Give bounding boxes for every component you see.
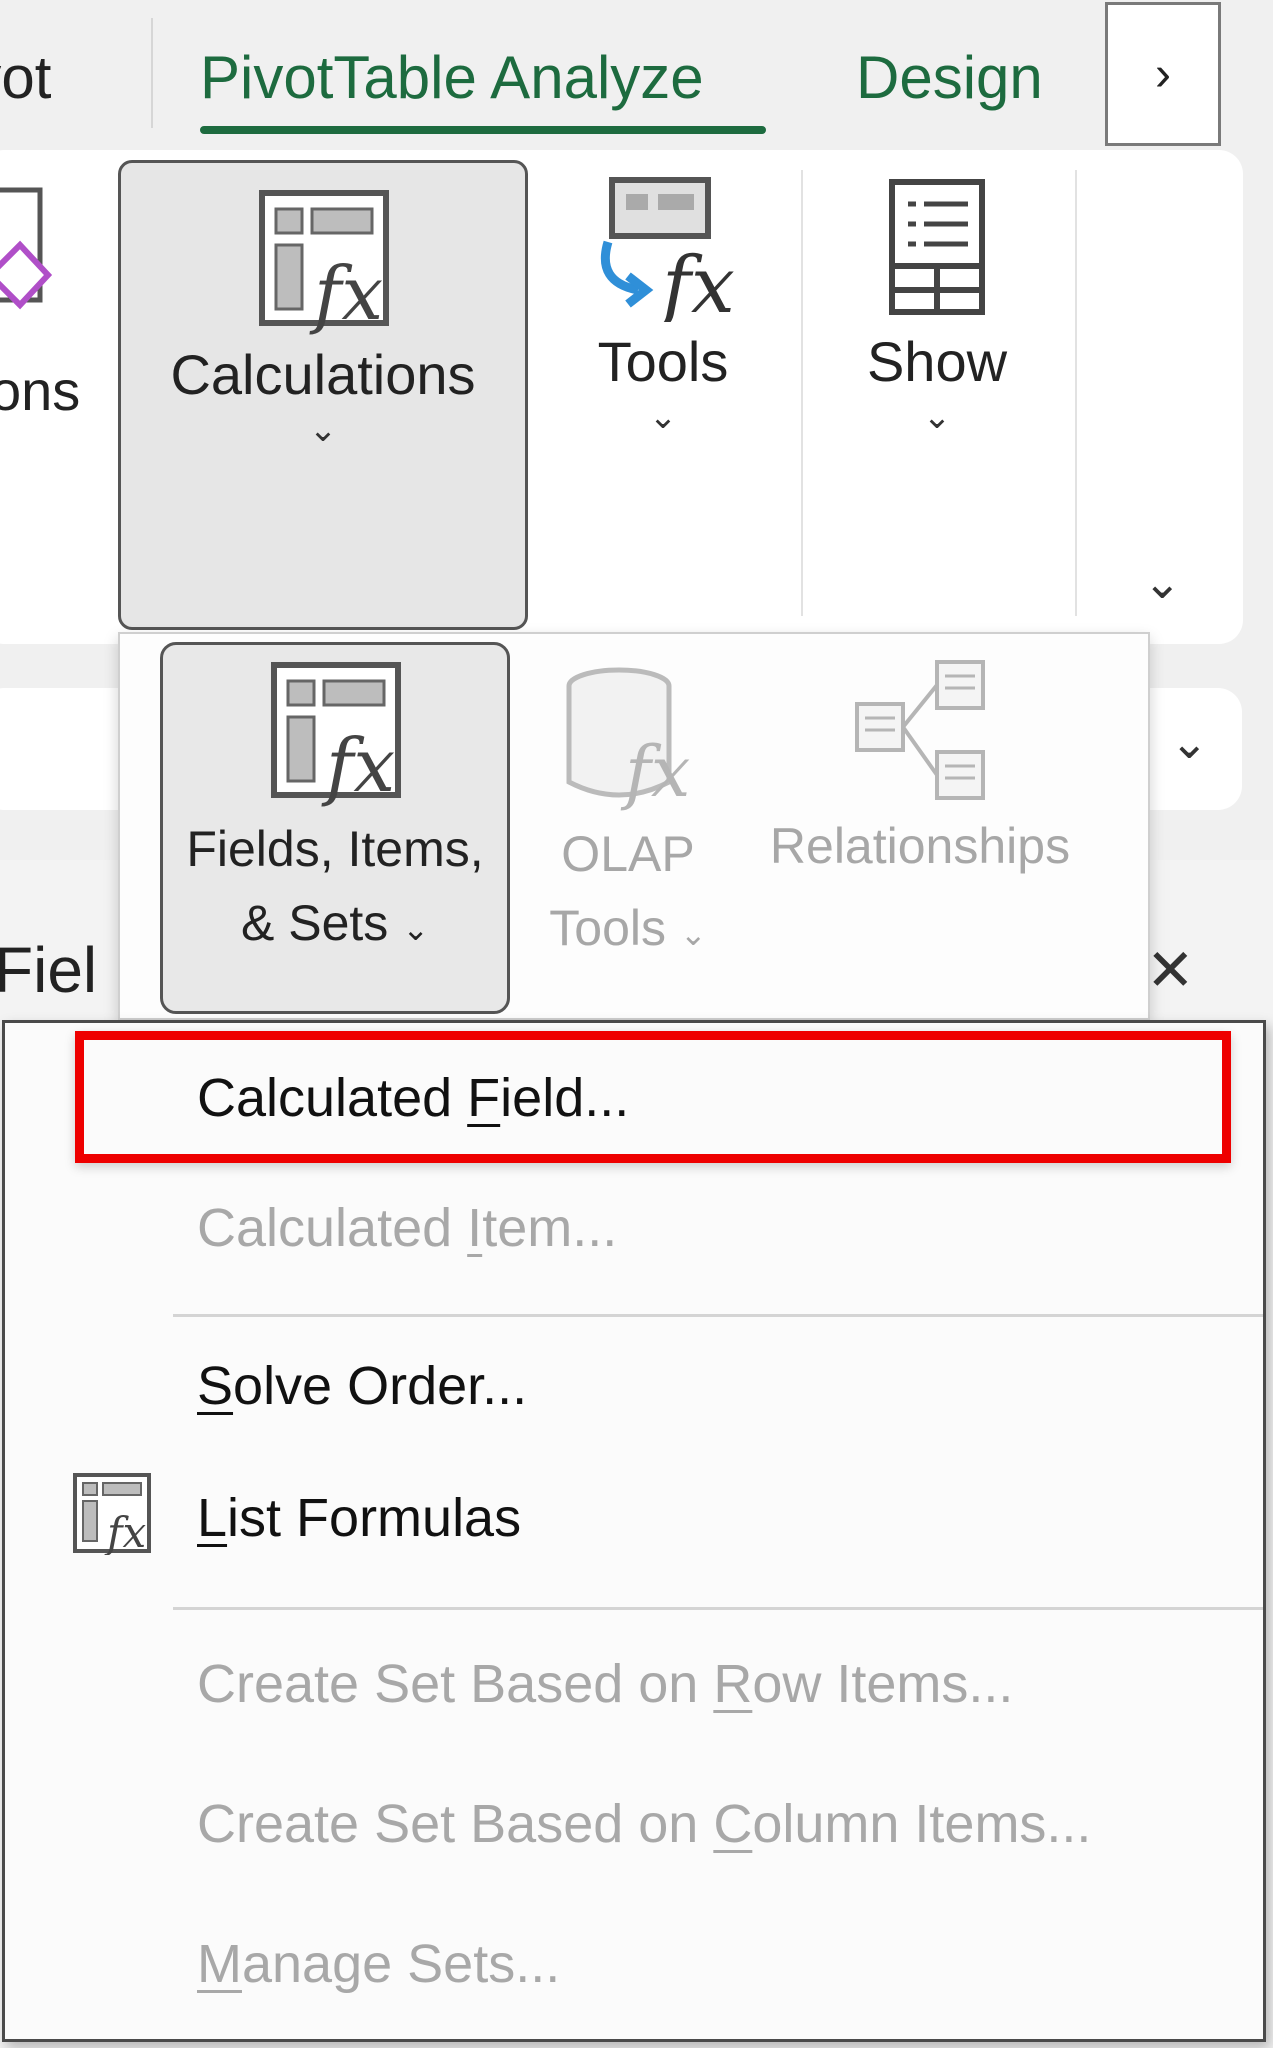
menu-item-list-formulas[interactable]: fx List Formulas xyxy=(5,1453,1263,1563)
svg-text:fx: fx xyxy=(321,723,395,807)
tools-button[interactable]: fx Tools ⌄ xyxy=(548,172,778,437)
menu-label-text: Calculated xyxy=(197,1068,468,1128)
menu-label-accesskey: L xyxy=(197,1488,228,1548)
relationships-button[interactable]: Relationships xyxy=(745,642,1095,883)
chevron-down-icon: ⌄ xyxy=(402,911,429,947)
ribbon-group-separator xyxy=(801,170,803,616)
olap-tools-button[interactable]: fx OLAP Tools ⌄ xyxy=(518,642,738,971)
menu-label-text: anage Sets... xyxy=(241,1934,561,1994)
chevron-right-icon: › xyxy=(1155,47,1171,101)
tab-pivotchart-partial[interactable]: ivot xyxy=(0,40,51,116)
chevron-down-icon: ⌄ xyxy=(679,916,707,952)
menu-label-text: Calculated xyxy=(197,1198,468,1258)
menu-label-text: ist Formulas xyxy=(227,1488,522,1548)
fields-items-sets-menu: Calculated Field... Calculated Item... S… xyxy=(2,1020,1266,2042)
menu-item-solve-order[interactable]: Solve Order... xyxy=(5,1321,1263,1431)
show-icon xyxy=(889,179,985,315)
menu-item-calculated-field[interactable]: Calculated Field... xyxy=(5,1023,1263,1173)
menu-separator xyxy=(173,1607,1263,1610)
tab-pivottable-analyze[interactable]: PivotTable Analyze xyxy=(200,40,704,116)
menu-separator xyxy=(173,1314,1263,1317)
tools-label: Tools xyxy=(597,330,729,393)
relationships-icon xyxy=(855,660,985,800)
olap-tools-label-line1: OLAP xyxy=(561,826,695,882)
show-label: Show xyxy=(866,330,1008,393)
close-icon[interactable]: ✕ xyxy=(1146,936,1195,1004)
menu-item-calculated-item[interactable]: Calculated Item... xyxy=(5,1173,1263,1283)
list-formulas-fx-icon: fx xyxy=(73,1473,151,1555)
menu-label-accesskey: M xyxy=(197,1934,242,1994)
options-diamond-icon xyxy=(0,187,53,310)
options-button-partial-label[interactable]: ons xyxy=(0,356,80,426)
calculations-button[interactable]: fx Calculations ⌄ xyxy=(118,160,528,630)
calculations-label: Calculations xyxy=(170,343,476,406)
menu-label-text: olumn Items... xyxy=(752,1794,1092,1854)
svg-text:fx: fx xyxy=(620,731,690,812)
fields-items-sets-label-line1: Fields, Items, xyxy=(186,821,484,877)
chevron-down-icon: ⌄ xyxy=(922,398,952,436)
fields-items-sets-button[interactable]: fx Fields, Items, & Sets ⌄ xyxy=(160,642,510,1014)
show-button[interactable]: Show ⌄ xyxy=(842,172,1032,437)
menu-item-manage-sets[interactable]: Manage Sets... xyxy=(5,1899,1263,2009)
menu-label-text: ield... xyxy=(500,1068,630,1128)
olap-cylinder-icon: fx xyxy=(566,667,690,813)
svg-text:fx: fx xyxy=(309,251,383,335)
chevron-down-icon: ⌄ xyxy=(1143,556,1182,608)
chevron-down-icon: ⌄ xyxy=(648,398,678,436)
active-tab-indicator xyxy=(200,126,766,134)
olap-tools-label-line2: Tools xyxy=(549,900,666,956)
fields-items-sets-label-line2: & Sets xyxy=(240,895,389,951)
menu-label-accesskey: C xyxy=(713,1794,753,1854)
tab-separator xyxy=(151,18,153,128)
relationships-label: Relationships xyxy=(769,818,1071,874)
menu-label-accesskey: R xyxy=(713,1654,753,1714)
svg-text:fx: fx xyxy=(104,1508,147,1555)
ribbon-tab-bar: ivot PivotTable Analyze Design › xyxy=(0,0,1273,150)
tab-scroll-right-button[interactable]: › xyxy=(1105,2,1221,146)
fields-items-sets-icon: fx xyxy=(271,662,401,809)
menu-label-accesskey: F xyxy=(467,1068,501,1128)
pivottable-fields-title-partial: Fiel xyxy=(0,934,98,1006)
tools-fx-icon: fx xyxy=(600,177,735,331)
menu-label-text: olve Order... xyxy=(233,1356,528,1416)
menu-item-create-set-column-items[interactable]: Create Set Based on Column Items... xyxy=(5,1759,1263,1869)
chevron-down-icon: ⌄ xyxy=(308,411,338,449)
menu-label-text: Create Set Based on xyxy=(197,1654,714,1714)
menu-item-create-set-row-items[interactable]: Create Set Based on Row Items... xyxy=(5,1619,1263,1729)
calculations-fx-icon: fx xyxy=(259,190,389,337)
chevron-down-icon: ⌄ xyxy=(1170,716,1209,768)
formula-bar-expand-button[interactable]: ⌄ xyxy=(1170,715,1209,769)
ribbon-display-options-button[interactable]: ⌄ xyxy=(1143,555,1182,609)
calculations-dropdown: fx Fields, Items, & Sets ⌄ fx OLAP Tools… xyxy=(118,632,1150,1020)
ribbon-group-separator xyxy=(1075,170,1077,616)
menu-label-text: ow Items... xyxy=(752,1654,1014,1714)
svg-text:fx: fx xyxy=(657,241,735,322)
menu-label-accesskey: S xyxy=(197,1356,234,1416)
menu-label-text: tem... xyxy=(482,1198,618,1258)
menu-label-accesskey: I xyxy=(467,1198,483,1258)
menu-label-text: Create Set Based on xyxy=(197,1794,714,1854)
tab-design[interactable]: Design xyxy=(856,40,1043,116)
